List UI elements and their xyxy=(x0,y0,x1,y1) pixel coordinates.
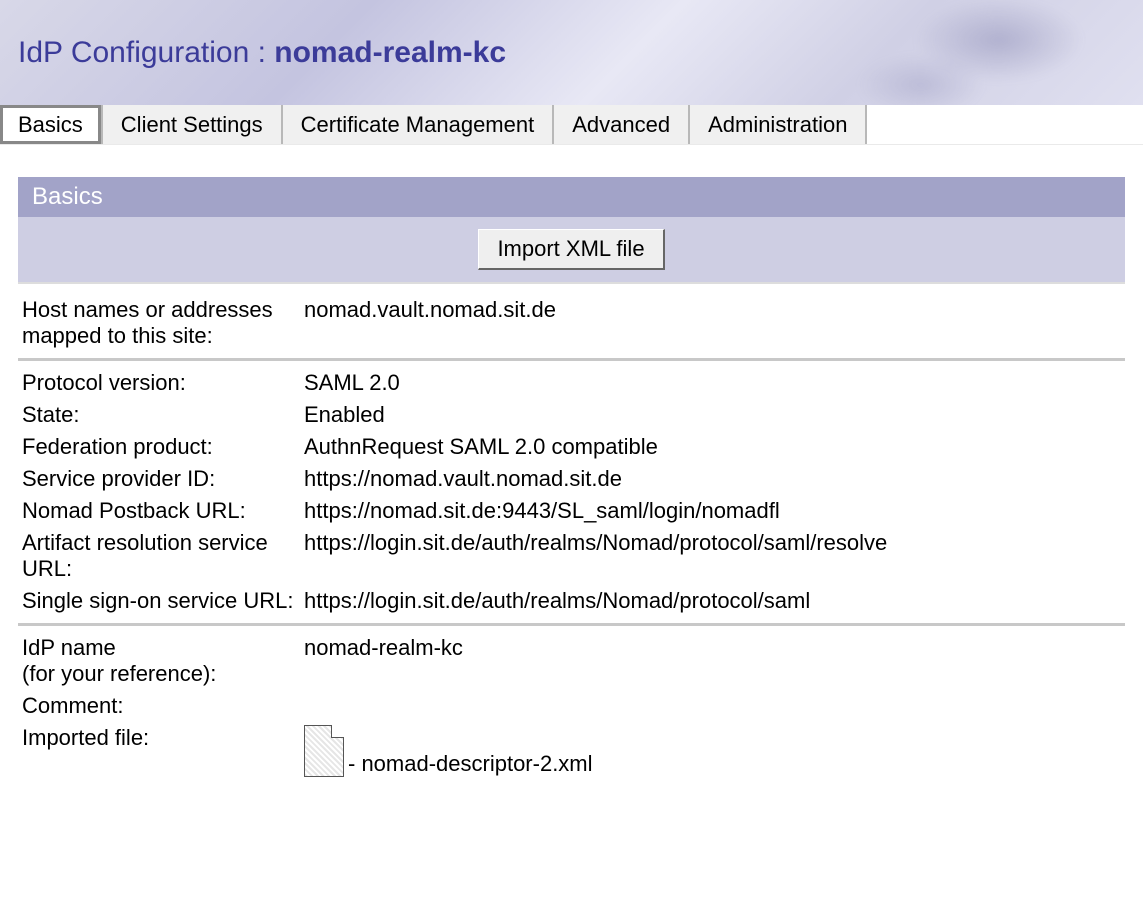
page-title: IdP Configuration : nomad-realm-kc xyxy=(18,36,506,70)
label-imported-file: Imported file: xyxy=(22,725,304,777)
row-postback-url: Nomad Postback URL: https://nomad.sit.de… xyxy=(18,495,1125,527)
value-idp-name: nomad-realm-kc xyxy=(304,635,1121,687)
label-service-provider-id: Service provider ID: xyxy=(22,466,304,492)
import-xml-button[interactable]: Import XML file xyxy=(478,229,664,270)
page-title-prefix: IdP Configuration : xyxy=(18,36,274,69)
row-artifact-resolution-url: Artifact resolution service URL: https:/… xyxy=(18,527,1125,585)
tab-advanced[interactable]: Advanced xyxy=(552,105,688,144)
section-title: Basics xyxy=(32,183,103,210)
label-comment: Comment: xyxy=(22,693,304,719)
value-protocol-version: SAML 2.0 xyxy=(304,370,1121,396)
row-sso-url: Single sign-on service URL: https://logi… xyxy=(18,585,1125,617)
row-federation-product: Federation product: AuthnRequest SAML 2.… xyxy=(18,431,1125,463)
value-imported-file: - nomad-descriptor-2.xml xyxy=(304,725,1121,777)
tab-basics[interactable]: Basics xyxy=(0,105,101,144)
divider xyxy=(18,623,1125,626)
section-header: Basics xyxy=(18,177,1125,217)
imported-file-name: - nomad-descriptor-2.xml xyxy=(348,751,593,777)
page-banner: IdP Configuration : nomad-realm-kc xyxy=(0,0,1143,105)
label-artifact-resolution-url: Artifact resolution service URL: xyxy=(22,530,304,582)
label-federation-product: Federation product: xyxy=(22,434,304,460)
tab-administration[interactable]: Administration xyxy=(688,105,867,144)
value-artifact-resolution-url: https://login.sit.de/auth/realms/Nomad/p… xyxy=(304,530,1121,582)
page-title-name: nomad-realm-kc xyxy=(274,36,506,69)
label-state: State: xyxy=(22,402,304,428)
file-icon xyxy=(304,725,344,777)
value-hostnames: nomad.vault.nomad.sit.de xyxy=(304,297,1121,349)
label-postback-url: Nomad Postback URL: xyxy=(22,498,304,524)
value-service-provider-id: https://nomad.vault.nomad.sit.de xyxy=(304,466,1121,492)
label-hostnames: Host names or addresses mapped to this s… xyxy=(22,297,304,349)
row-idp-name: IdP name (for your reference): nomad-rea… xyxy=(18,632,1125,690)
value-federation-product: AuthnRequest SAML 2.0 compatible xyxy=(304,434,1121,460)
value-comment xyxy=(304,693,1121,719)
row-state: State: Enabled xyxy=(18,399,1125,431)
label-sso-url: Single sign-on service URL: xyxy=(22,588,304,614)
tab-client-settings[interactable]: Client Settings xyxy=(101,105,281,144)
divider xyxy=(18,358,1125,361)
row-hostnames: Host names or addresses mapped to this s… xyxy=(18,294,1125,352)
value-postback-url: https://nomad.sit.de:9443/SL_saml/login/… xyxy=(304,498,1121,524)
row-comment: Comment: xyxy=(18,690,1125,722)
section-toolbar: Import XML file xyxy=(18,217,1125,284)
label-idp-name: IdP name (for your reference): xyxy=(22,635,304,687)
row-imported-file: Imported file: - nomad-descriptor-2.xml xyxy=(18,722,1125,780)
row-service-provider-id: Service provider ID: https://nomad.vault… xyxy=(18,463,1125,495)
value-state: Enabled xyxy=(304,402,1121,428)
content-area: Basics Import XML file Host names or add… xyxy=(0,145,1143,800)
label-protocol-version: Protocol version: xyxy=(22,370,304,396)
tab-bar: Basics Client Settings Certificate Manag… xyxy=(0,105,1143,145)
value-sso-url: https://login.sit.de/auth/realms/Nomad/p… xyxy=(304,588,1121,614)
row-protocol-version: Protocol version: SAML 2.0 xyxy=(18,367,1125,399)
tab-certificate-management[interactable]: Certificate Management xyxy=(281,105,553,144)
